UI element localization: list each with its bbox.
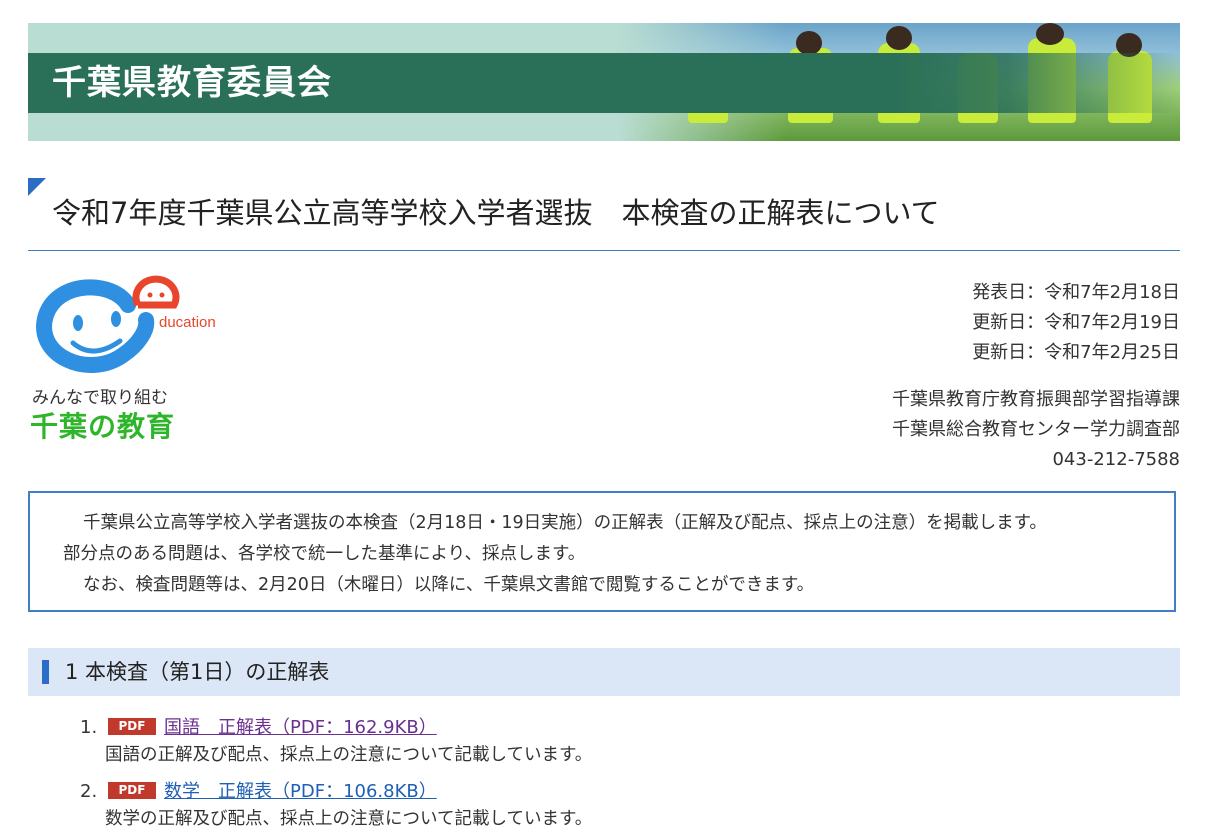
- section-title: 1 本検査（第1日）の正解表: [65, 660, 330, 684]
- japanese-answer-key-link[interactable]: 国語 正解表（PDF：162.9KB）: [164, 715, 437, 741]
- notice-line-1: 千葉県公立高等学校入学者選抜の本検査（2月18日・19日実施）の正解表（正解及び…: [83, 513, 1047, 533]
- notice-line-3: なお、検査問題等は、2月20日（木曜日）以降に、千葉県文書館で閲覧することができ…: [83, 575, 815, 595]
- math-answer-key-link[interactable]: 数学 正解表（PDF：106.8KB）: [164, 779, 437, 805]
- item-number: 2.: [80, 781, 98, 802]
- section-bar: [42, 660, 49, 684]
- published-date: 発表日：令和7年2月18日: [972, 282, 1180, 303]
- site-title[interactable]: 千葉県教育委員会: [52, 63, 332, 103]
- page-title: 令和7年度千葉県公立高等学校入学者選抜 本検査の正解表について: [52, 196, 940, 230]
- section-header-day1: 1 本検査（第1日）の正解表: [28, 648, 1180, 696]
- education-logo: ducation みんなで取り組む 千葉の教育: [28, 275, 228, 445]
- smile-logo-icon: ducation: [36, 275, 216, 373]
- title-divider: [28, 250, 1180, 251]
- publish-dates: 発表日：令和7年2月18日 更新日：令和7年2月19日 更新日：令和7年2月25…: [972, 278, 1180, 368]
- site-banner[interactable]: 千葉県教育委員会: [28, 23, 1180, 141]
- updated-date-1: 更新日：令和7年2月19日: [972, 312, 1180, 333]
- logo-mark-text: ducation: [159, 314, 216, 331]
- page: 千葉県教育委員会 令和7年度千葉県公立高等学校入学者選抜 本検査の正解表について…: [0, 0, 1227, 829]
- department-1: 千葉県教育庁教育振興部学習指導課: [892, 389, 1180, 410]
- phone-number: 043-212-7588: [1052, 449, 1180, 470]
- department-2: 千葉県総合教育センター学力調査部: [892, 419, 1180, 440]
- contact-info: 千葉県教育庁教育振興部学習指導課 千葉県総合教育センター学力調査部 043-21…: [892, 385, 1180, 475]
- item-number: 1.: [80, 717, 98, 738]
- pdf-icon: PDF: [108, 718, 156, 735]
- item-description: 国語の正解及び配点、採点上の注意について記載しています。: [105, 745, 593, 765]
- notice-box: 千葉県公立高等学校入学者選抜の本検査（2月18日・19日実施）の正解表（正解及び…: [28, 491, 1176, 612]
- updated-date-2: 更新日：令和7年2月25日: [972, 342, 1180, 363]
- notice-line-2: 部分点のある問題は、各学校で統一した基準により、採点します。: [63, 544, 586, 564]
- logo-name: 千葉の教育: [30, 410, 176, 443]
- pdf-icon: PDF: [108, 782, 156, 799]
- item-description: 数学の正解及び配点、採点上の注意について記載しています。: [105, 809, 593, 829]
- heading-corner-mark: [28, 178, 46, 196]
